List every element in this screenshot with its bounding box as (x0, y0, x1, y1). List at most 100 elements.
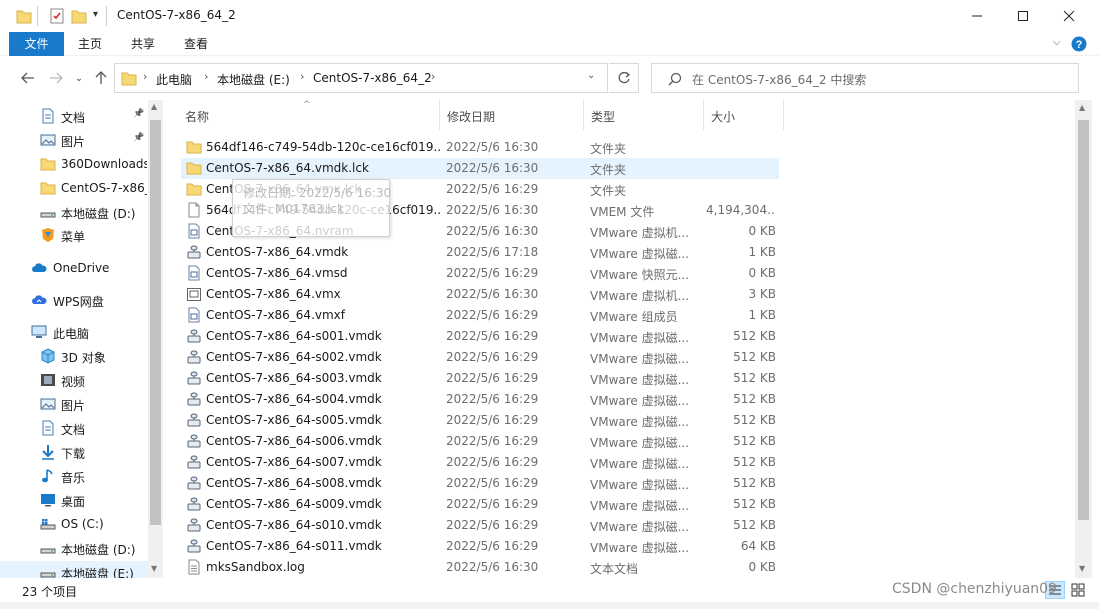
file-row[interactable]: mksSandbox.log 2022/5/6 16:30 文本文档 0 KB (181, 557, 779, 578)
drive-icon (40, 540, 56, 556)
address-dropdown-icon[interactable]: ⌄ (587, 70, 595, 81)
address-bar[interactable]: › 此电脑 › 本地磁盘 (E:) › CentOS-7-x86_64_2 › … (114, 63, 608, 93)
tab-home[interactable]: 主页 (68, 32, 112, 56)
sidebar-item[interactable]: 文档 (0, 417, 148, 439)
file-row[interactable]: CentOS-7-x86_64-s002.vmdk 2022/5/6 16:29 V… (181, 347, 779, 368)
nav-scrollbar-thumb[interactable] (150, 120, 161, 525)
breadcrumb-current-folder[interactable]: CentOS-7-x86_64_2 (313, 71, 432, 85)
sidebar-item[interactable]: 本地磁盘 (E:) (0, 561, 148, 578)
column-header-size[interactable]: 大小 (704, 100, 784, 130)
column-header-type[interactable]: 类型 (584, 100, 704, 130)
cube-icon (40, 348, 56, 364)
file-row[interactable]: CentOS-7-x86_64-s001.vmdk 2022/5/6 16:29 V… (181, 326, 779, 347)
scroll-up-icon[interactable]: ▲ (1079, 103, 1085, 112)
sidebar-item[interactable]: 图片 (0, 393, 148, 415)
file-name: CentOS-7-x86_64-s004.vmdk (206, 392, 382, 406)
file-modified-date: 2022/5/6 16:30 (446, 287, 539, 301)
customize-toolbar-icon[interactable]: ▾ (93, 9, 98, 20)
sidebar-item[interactable]: 菜单 (0, 224, 148, 246)
column-header-date[interactable]: 修改日期 (440, 100, 584, 130)
file-row[interactable]: CentOS-7-x86_64-s003.vmdk 2022/5/6 16:29 V… (181, 368, 779, 389)
file-type: VMware 虚拟磁... (590, 541, 690, 555)
tab-share[interactable]: 共享 (121, 32, 165, 56)
folder-icon (40, 180, 56, 196)
file-row[interactable]: CentOS-7-x86_64.vmdk 2022/5/6 17:18 VMware… (181, 242, 779, 263)
file-row[interactable]: 564df146-c749-54db-120c-ce16cf019... 2022… (181, 137, 779, 158)
file-row[interactable]: CentOS-7-x86_64.vmx 2022/5/6 16:30 VMware … (181, 284, 779, 305)
properties-icon[interactable] (49, 7, 65, 25)
file-explorer-window: ▾ CentOS-7-x86_64_2 文件 主页 共享 查看 ⌵ ? ⌄ › … (0, 0, 1099, 609)
large-icons-view-icon[interactable] (1068, 581, 1088, 599)
sidebar-item[interactable]: 下载 (0, 441, 148, 463)
scroll-down-icon[interactable]: ▼ (1079, 564, 1085, 573)
refresh-icon (618, 71, 630, 84)
file-list-scrollbar[interactable]: ▲ ▼ (1075, 100, 1092, 578)
refresh-button[interactable] (609, 63, 639, 93)
pin-icon[interactable]: 📌 (133, 109, 144, 119)
sidebar-item[interactable]: 本地磁盘 (D:) (0, 201, 148, 223)
file-type: VMware 虚拟机... (590, 226, 690, 240)
file-size: 512 KB (733, 455, 776, 469)
disk-file-icon (186, 517, 202, 533)
pin-icon[interactable]: 📌 (133, 133, 144, 143)
maximize-button[interactable] (1000, 0, 1046, 32)
sidebar-item[interactable]: OS (C:) (0, 513, 148, 535)
sidebar-item[interactable]: CentOS-7-x86_64 (0, 177, 148, 199)
up-button[interactable] (90, 67, 112, 89)
recent-locations-icon[interactable]: ⌄ (68, 67, 90, 89)
file-row[interactable]: CentOS-7-x86_64-s010.vmdk 2022/5/6 16:29 V… (181, 515, 779, 536)
sidebar-item[interactable]: WPS网盘 (0, 289, 148, 311)
file-type: VMware 虚拟机... (590, 289, 690, 303)
file-modified-date: 2022/5/6 16:30 (446, 203, 539, 217)
forward-button[interactable] (45, 67, 67, 89)
file-row[interactable]: CentOS-7-x86_64-s011.vmdk 2022/5/6 16:29 V… (181, 536, 779, 557)
column-header-name[interactable]: 名称 (178, 100, 440, 130)
search-input[interactable]: 在 CentOS-7-x86_64_2 中搜索 (692, 71, 866, 88)
file-row[interactable]: CentOS-7-x86_64-s007.vmdk 2022/5/6 16:29 V… (181, 452, 779, 473)
sidebar-item[interactable]: OneDrive (0, 257, 148, 279)
file-modified-date: 2022/5/6 16:29 (446, 497, 539, 511)
search-box[interactable]: 在 CentOS-7-x86_64_2 中搜索 (651, 63, 1079, 93)
sidebar-item[interactable]: 音乐 (0, 465, 148, 487)
file-row[interactable]: CentOS-7-x86_64-s008.vmdk 2022/5/6 16:29 V… (181, 473, 779, 494)
tab-view[interactable]: 查看 (174, 32, 218, 56)
sidebar-item[interactable]: 桌面 (0, 489, 148, 511)
minimize-button[interactable] (954, 0, 1000, 32)
music-icon (40, 468, 56, 484)
file-type: 文件夹 (590, 184, 627, 198)
scroll-up-icon[interactable]: ▲ (151, 102, 157, 111)
nav-scrollbar[interactable]: ▲ ▼ (148, 100, 163, 578)
file-type: VMEM 文件 (590, 205, 655, 219)
file-list-scrollbar-thumb[interactable] (1078, 120, 1089, 520)
sidebar-item-label: 图片 (61, 399, 86, 413)
cloud-icon (31, 292, 47, 308)
file-row[interactable]: CentOS-7-x86_64.vmsd 2022/5/6 16:29 VMware… (181, 263, 779, 284)
help-icon[interactable]: ? (1071, 36, 1087, 52)
tab-file[interactable]: 文件 (9, 32, 64, 56)
file-row[interactable]: CentOS-7-x86_64.vmdk.lck 2022/5/6 16:30 文件… (181, 158, 779, 179)
back-button[interactable] (17, 67, 39, 89)
sidebar-item[interactable]: 3D 对象 (0, 345, 148, 367)
sidebar-item[interactable]: 图片 📌 (0, 129, 148, 151)
sidebar-item[interactable]: 文档 📌 (0, 105, 148, 127)
close-button[interactable] (1046, 0, 1092, 32)
sidebar-item[interactable]: 此电脑 (0, 321, 148, 343)
expand-ribbon-icon[interactable]: ⌵ (1053, 37, 1061, 48)
file-row[interactable]: CentOS-7-x86_64-s006.vmdk 2022/5/6 16:29 V… (181, 431, 779, 452)
search-icon (668, 72, 682, 86)
breadcrumb-drive-e[interactable]: 本地磁盘 (E:) (217, 71, 290, 88)
sidebar-item[interactable]: 360Downloads (0, 153, 148, 175)
sidebar-item[interactable]: 本地磁盘 (D:) (0, 537, 148, 559)
new-folder-icon[interactable] (71, 7, 87, 25)
disk-file-icon (186, 412, 202, 428)
file-row[interactable]: CentOS-7-x86_64-s009.vmdk 2022/5/6 16:29 V… (181, 494, 779, 515)
pictures-icon (40, 132, 56, 148)
file-row[interactable]: CentOS-7-x86_64-s004.vmdk 2022/5/6 16:29 V… (181, 389, 779, 410)
file-row[interactable]: CentOS-7-x86_64.vmxf 2022/5/6 16:29 VMware… (181, 305, 779, 326)
file-row[interactable]: CentOS-7-x86_64-s005.vmdk 2022/5/6 16:29 V… (181, 410, 779, 431)
sidebar-item-label: CentOS-7-x86_64 (61, 181, 147, 195)
sidebar-item[interactable]: 视频 (0, 369, 148, 391)
scroll-down-icon[interactable]: ▼ (151, 564, 157, 573)
file-modified-date: 2022/5/6 16:29 (446, 413, 539, 427)
breadcrumb-this-pc[interactable]: 此电脑 (156, 71, 192, 88)
